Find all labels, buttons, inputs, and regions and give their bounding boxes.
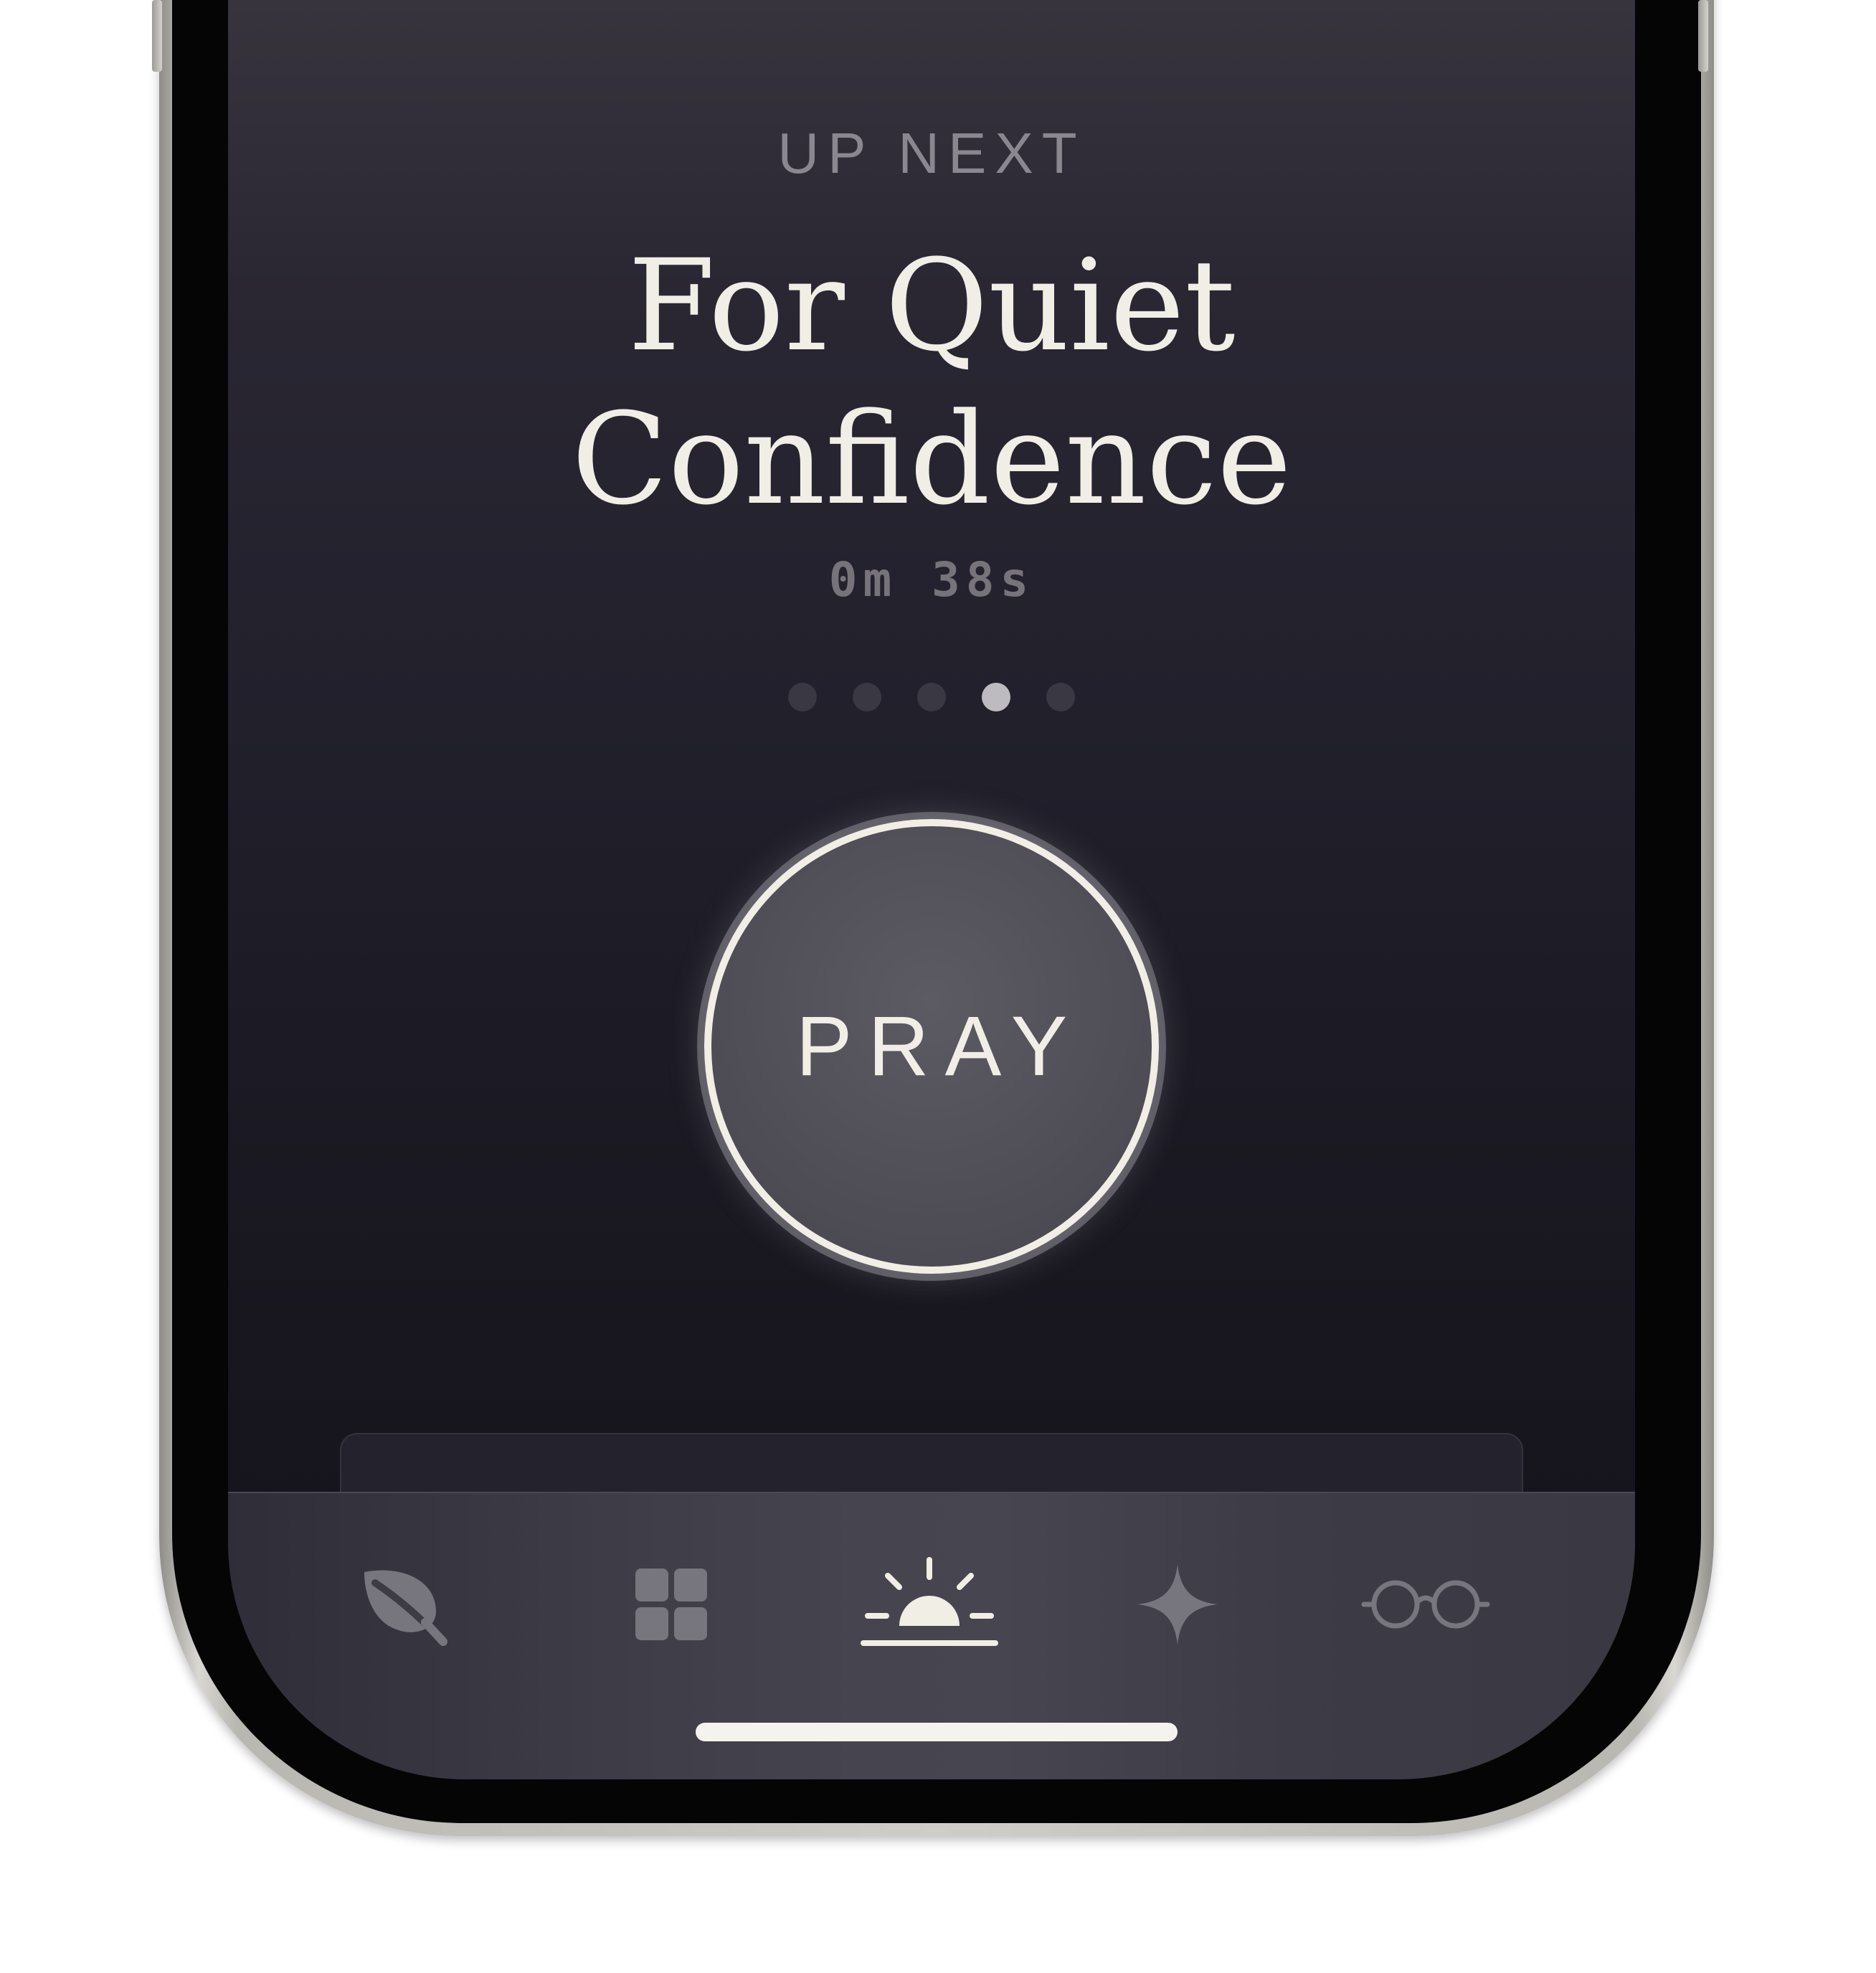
prayer-duration: 0m 38s <box>828 552 1035 607</box>
grid-icon <box>635 1569 707 1640</box>
pray-button-label: PRAY <box>795 999 1084 1094</box>
page: UP NEXT For Quiet Confidence 0m 38s PRAY <box>0 0 1876 1973</box>
page-dot-active[interactable] <box>982 683 1010 711</box>
sunrise-icon <box>861 1557 998 1646</box>
page-dot[interactable] <box>788 683 817 711</box>
tab-sparkle[interactable] <box>1106 1543 1249 1665</box>
app-screen: UP NEXT For Quiet Confidence 0m 38s PRAY <box>228 0 1635 1779</box>
tab-sunrise[interactable] <box>858 1543 1001 1665</box>
tab-glasses[interactable] <box>1354 1543 1497 1665</box>
pray-button[interactable]: PRAY <box>704 819 1159 1274</box>
page-indicator[interactable] <box>228 683 1635 711</box>
side-button-left <box>152 0 162 72</box>
leaf-icon <box>364 1570 447 1646</box>
side-button-right <box>1698 0 1708 72</box>
up-next-label: UP NEXT <box>777 121 1086 185</box>
tab-grid[interactable] <box>600 1543 743 1665</box>
page-dot[interactable] <box>917 683 946 711</box>
prayer-title: For Quiet Confidence <box>571 232 1292 533</box>
glasses-icon <box>1361 1580 1490 1629</box>
home-indicator[interactable] <box>696 1723 1178 1741</box>
page-dot[interactable] <box>1046 683 1075 711</box>
sparkle-icon <box>1137 1564 1218 1645</box>
page-dot[interactable] <box>853 683 881 711</box>
tab-leaf[interactable] <box>332 1543 475 1665</box>
